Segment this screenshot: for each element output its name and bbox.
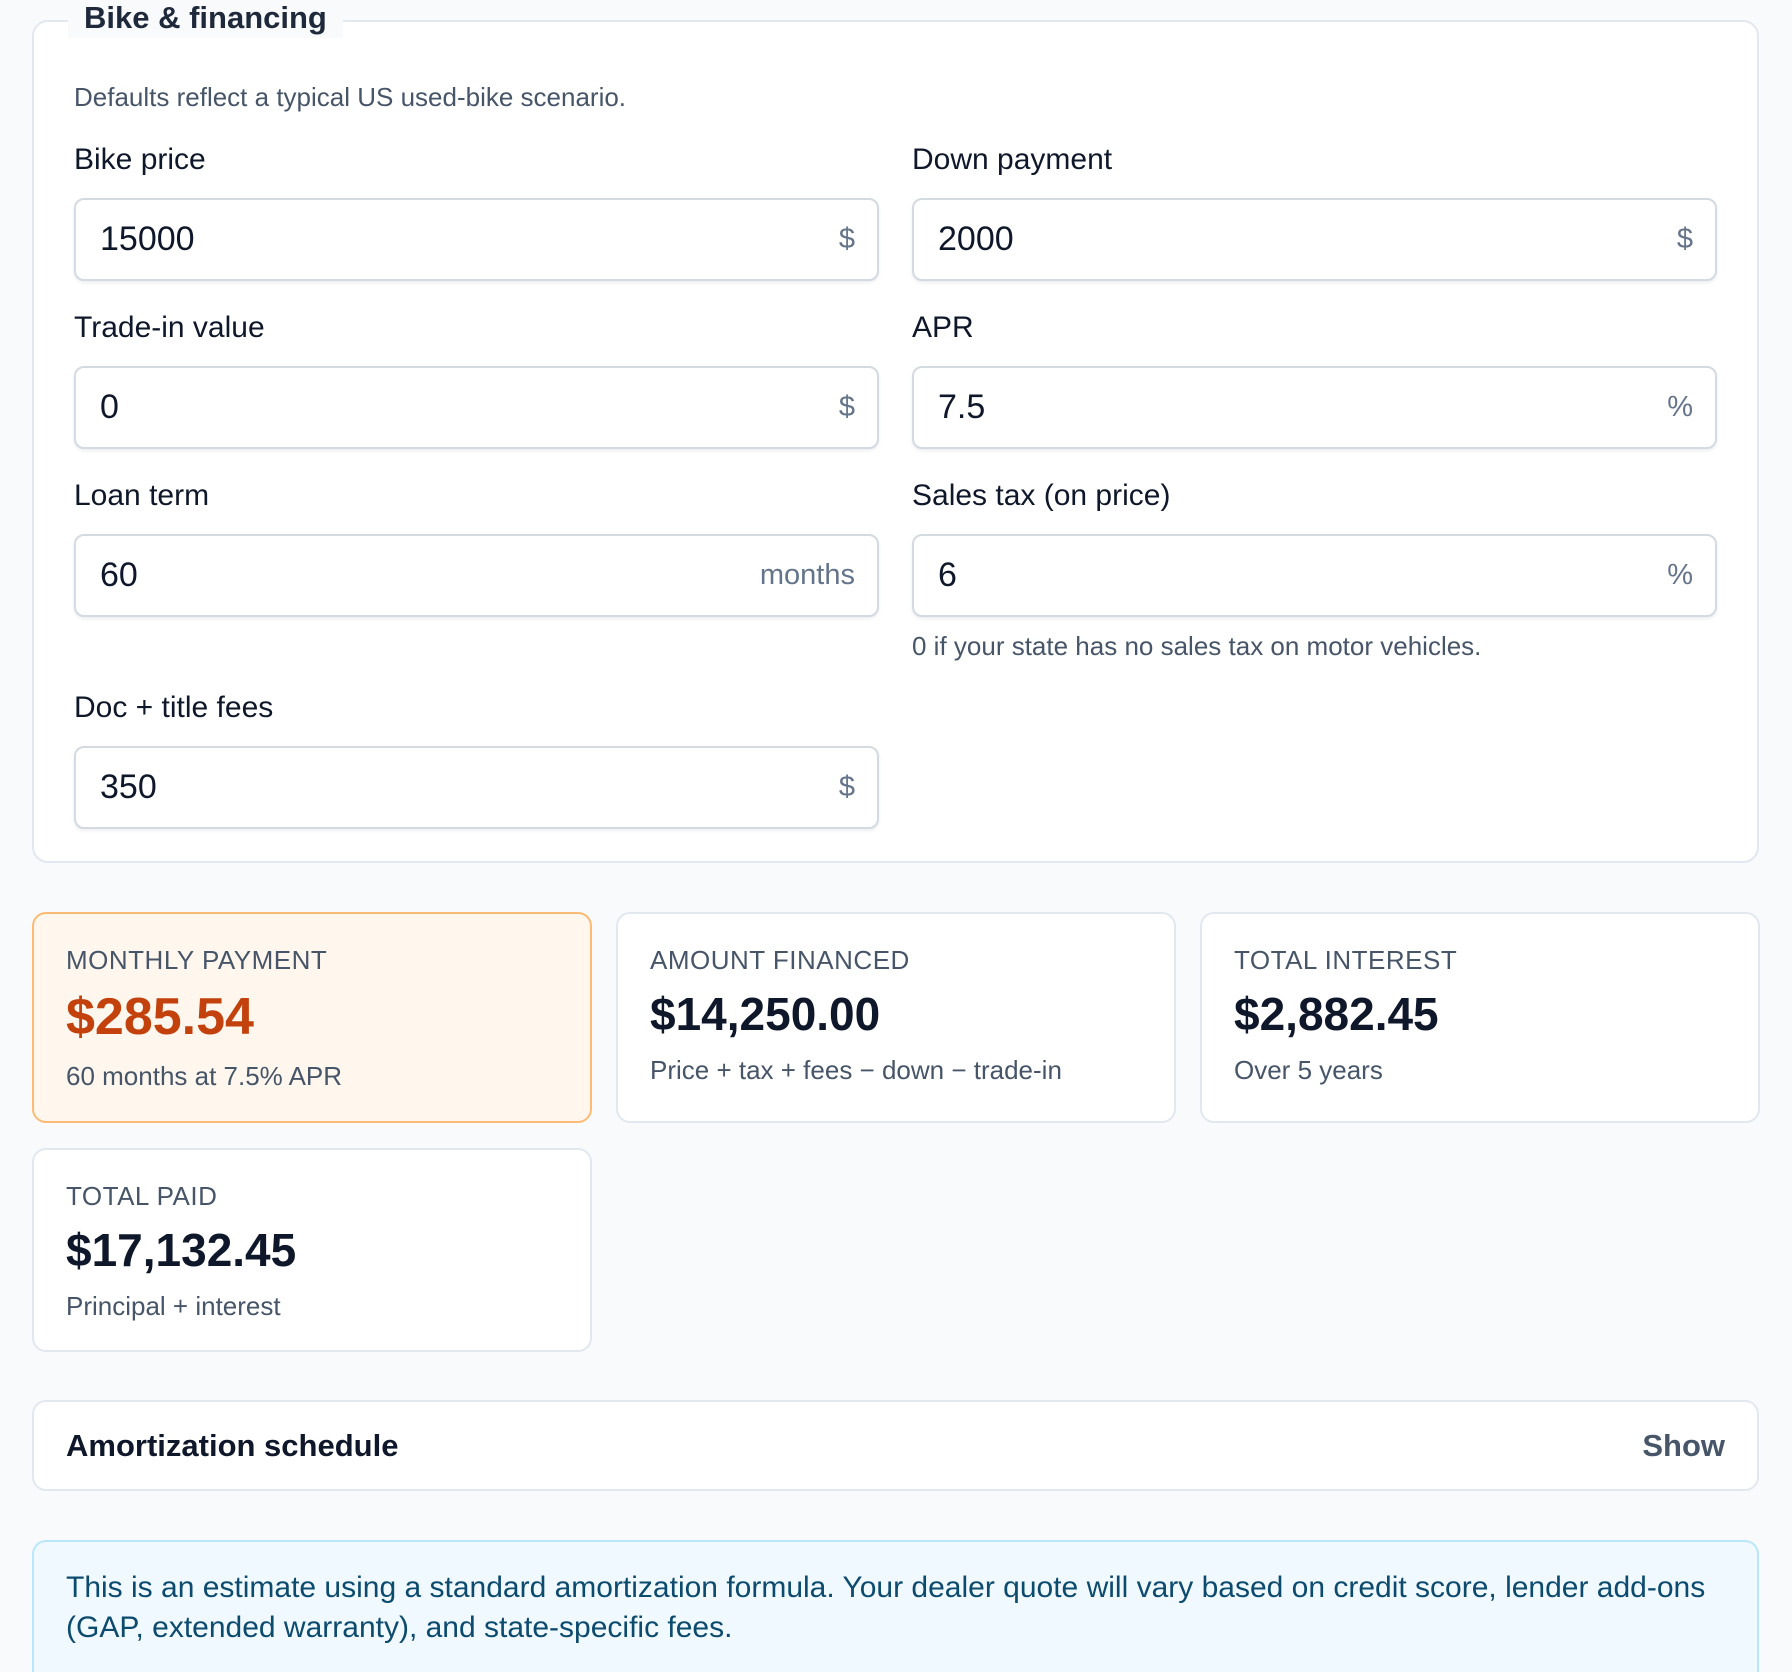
loan-term-label: Loan term: [74, 479, 210, 512]
down-payment-label: Down payment: [912, 143, 1113, 176]
total-paid-label: TOTAL PAID: [66, 1181, 218, 1211]
fees-label: Doc + title fees: [74, 691, 274, 724]
bike-price-input[interactable]: [76, 200, 877, 279]
amount-financed-card: AMOUNT FINANCED $14,250.00 Price + tax +…: [616, 912, 1176, 1123]
sales-tax-label: Sales tax (on price): [912, 479, 1171, 512]
sales-tax-field: Sales tax (on price) % 0 if your state h…: [912, 478, 1717, 662]
trade-in-input-wrap: $: [74, 366, 879, 449]
trade-in-label: Trade-in value: [74, 311, 265, 344]
trade-in-input[interactable]: [76, 368, 877, 447]
down-payment-field: Down payment $: [912, 142, 1717, 281]
amount-financed-sub: Price + tax + fees − down − trade-in: [650, 1055, 1062, 1085]
trade-in-field: Trade-in value $: [74, 310, 879, 449]
fees-field: Doc + title fees $: [74, 690, 879, 829]
loan-term-input-wrap: months: [74, 534, 879, 617]
down-payment-input[interactable]: [914, 200, 1715, 279]
monthly-payment-sub: 60 months at 7.5% APR: [66, 1061, 343, 1091]
apr-label: APR: [912, 311, 974, 344]
total-paid-card: TOTAL PAID $17,132.45 Principal + intere…: [32, 1148, 592, 1352]
monthly-payment-label: MONTHLY PAYMENT: [66, 945, 328, 975]
apr-input[interactable]: [914, 368, 1715, 447]
monthly-payment-card: MONTHLY PAYMENT $285.54 60 months at 7.5…: [32, 912, 592, 1123]
apr-input-wrap: %: [912, 366, 1717, 449]
apr-field: APR %: [912, 310, 1717, 449]
total-interest-label: TOTAL INTEREST: [1234, 945, 1458, 975]
loan-term-input[interactable]: [76, 536, 877, 615]
total-interest-card: TOTAL INTEREST $2,882.45 Over 5 years: [1200, 912, 1760, 1123]
loan-term-field: Loan term months: [74, 478, 879, 617]
amount-financed-value: $14,250.00: [650, 988, 881, 1040]
bike-price-field: Bike price $: [74, 142, 879, 281]
down-payment-input-wrap: $: [912, 198, 1717, 281]
total-interest-value: $2,882.45: [1234, 988, 1439, 1040]
amortization-title: Amortization schedule: [66, 1427, 399, 1463]
sales-tax-input[interactable]: [914, 536, 1715, 615]
total-paid-sub: Principal + interest: [66, 1291, 281, 1321]
bike-financing-section: Bike & financing Defaults reflect a typi…: [32, 0, 1759, 863]
monthly-payment-value: $285.54: [66, 988, 254, 1046]
total-interest-sub: Over 5 years: [1234, 1055, 1383, 1085]
estimate-disclaimer: This is an estimate using a standard amo…: [32, 1540, 1759, 1672]
section-title: Bike & financing: [68, 0, 343, 38]
amount-financed-label: AMOUNT FINANCED: [650, 945, 910, 975]
calculator-page: Bike & financing Defaults reflect a typi…: [0, 0, 1792, 1672]
fees-input-wrap: $: [74, 746, 879, 829]
show-amortization-button[interactable]: Show: [1642, 1428, 1725, 1464]
sales-tax-help: 0 if your state has no sales tax on moto…: [912, 631, 1482, 661]
total-paid-value: $17,132.45: [66, 1224, 297, 1276]
bike-price-input-wrap: $: [74, 198, 879, 281]
bike-price-label: Bike price: [74, 143, 206, 176]
section-hint: Defaults reflect a typical US used-bike …: [74, 82, 627, 112]
sales-tax-input-wrap: %: [912, 534, 1717, 617]
fees-input[interactable]: [76, 748, 877, 827]
amortization-schedule-toggle[interactable]: Amortization schedule Show: [32, 1400, 1759, 1491]
